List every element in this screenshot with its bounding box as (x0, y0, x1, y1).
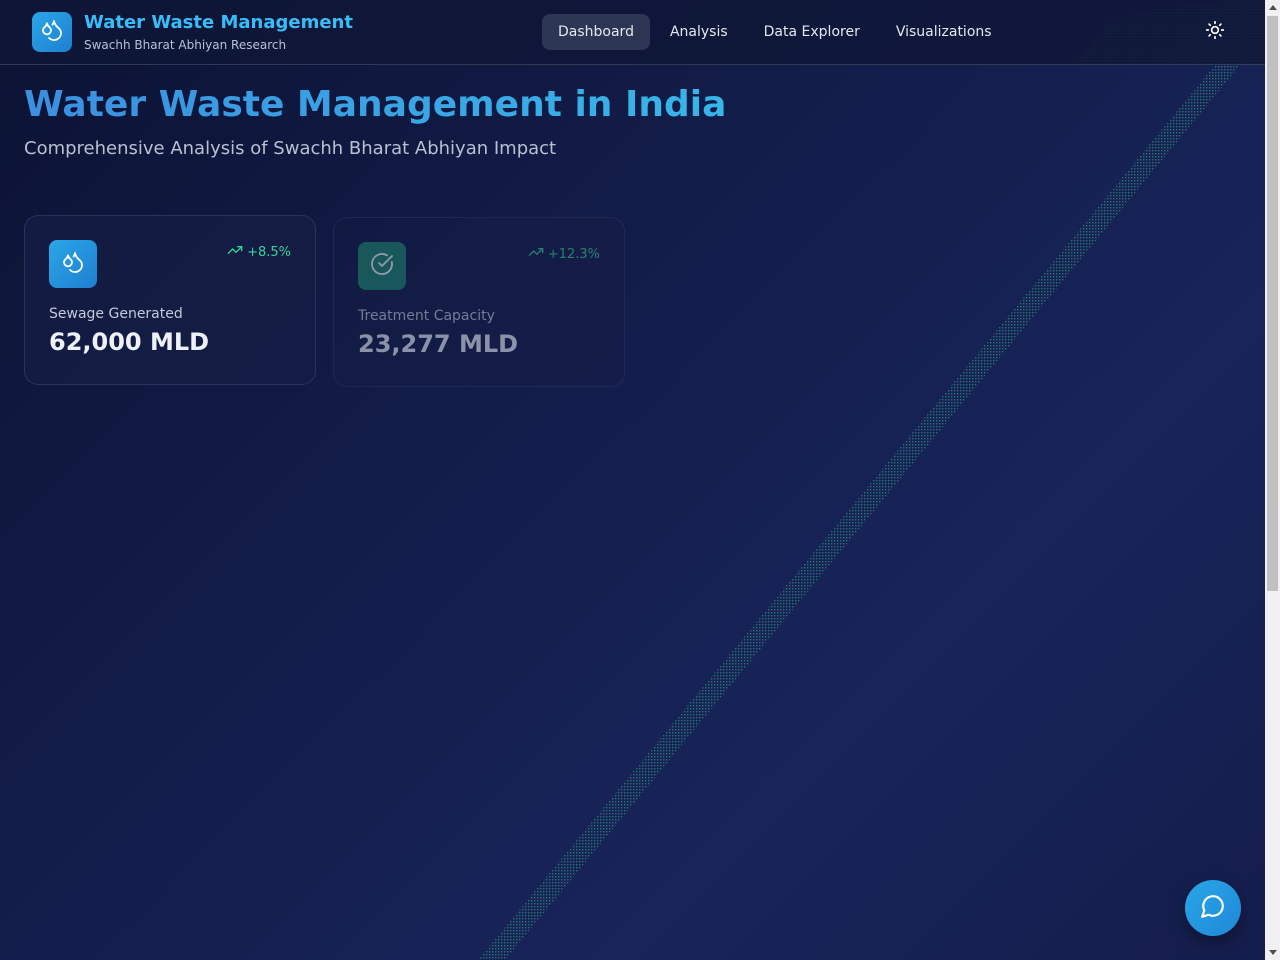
stat-label: Treatment Capacity (358, 308, 495, 324)
top-navbar: Water Waste Management Swachh Bharat Abh… (0, 0, 1265, 65)
stat-value: 23,277 MLD (358, 330, 519, 358)
theme-toggle-button[interactable] (1201, 18, 1229, 46)
stat-card-treatment: +12.3% Treatment Capacity 23,277 MLD (333, 217, 625, 387)
brand-title[interactable]: Water Waste Management (84, 12, 353, 33)
sun-icon (1205, 20, 1225, 44)
stat-label: Sewage Generated (49, 306, 183, 322)
check-circle-icon (370, 252, 394, 280)
nav-visualizations[interactable]: Visualizations (880, 14, 1008, 50)
app-logo[interactable] (32, 12, 72, 52)
page-title: Water Waste Management in India (24, 84, 727, 125)
message-circle-icon (1200, 893, 1226, 923)
nav-data-explorer[interactable]: Data Explorer (748, 14, 876, 50)
page-scrollbar[interactable] (1265, 0, 1280, 960)
chat-button[interactable] (1185, 880, 1241, 936)
brand-subtitle: Swachh Bharat Abhiyan Research (84, 38, 287, 52)
stat-card-sewage: +8.5% Sewage Generated 62,000 MLD (24, 215, 316, 385)
scroll-thumb[interactable] (1267, 16, 1278, 591)
trend-badge: +8.5% (227, 242, 291, 262)
trending-up-icon (528, 244, 544, 264)
scroll-down-arrow[interactable] (1269, 950, 1277, 955)
page-subtitle: Comprehensive Analysis of Swachh Bharat … (24, 138, 557, 159)
stat-icon-box (358, 242, 406, 290)
droplets-icon (40, 18, 64, 46)
trending-up-icon (227, 242, 243, 262)
trend-value: +12.3% (547, 246, 600, 262)
main-nav: Dashboard Analysis Data Explorer Visuali… (542, 14, 1008, 50)
scroll-up-arrow[interactable] (1269, 5, 1277, 10)
stat-icon-box (49, 240, 97, 288)
nav-analysis[interactable]: Analysis (654, 14, 744, 50)
trend-value: +8.5% (247, 244, 291, 260)
trend-badge: +12.3% (528, 244, 600, 264)
stat-value: 62,000 MLD (49, 328, 210, 356)
nav-dashboard[interactable]: Dashboard (542, 14, 650, 50)
droplets-icon (61, 250, 85, 278)
